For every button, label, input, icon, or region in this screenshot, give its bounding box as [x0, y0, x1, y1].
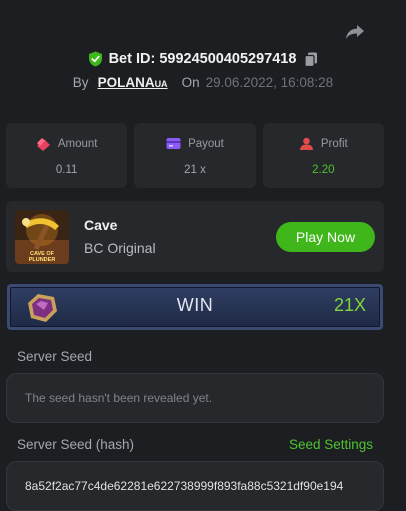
bet-id-row: Bet ID: 59924500405297418 [0, 48, 406, 70]
stat-amount: Amount 0.11 [6, 123, 128, 188]
by-label: By [72, 74, 89, 90]
bet-author-row: By POLANAUA On 29.06.2022, 16:08:28 [0, 72, 406, 92]
seed-settings-link[interactable]: Seed Settings [289, 437, 373, 452]
coins-icon [36, 137, 51, 151]
server-seed-hash-field[interactable]: 8a52f2ac77c4de62281e622738999f893fa88c53… [6, 461, 384, 511]
server-seed-hash-label: Server Seed (hash) [17, 437, 135, 452]
copy-icon[interactable] [304, 52, 318, 67]
stat-amount-value: 0.11 [55, 164, 78, 176]
result-multiplier: 21X [333, 295, 366, 315]
username-suffix: UA [154, 78, 168, 89]
stat-payout-label: Payout [188, 138, 224, 150]
bet-id-text: Bet ID: 59924500405297418 [108, 51, 297, 67]
bet-date: 29.06.2022, 16:08:28 [205, 74, 334, 90]
stat-profit-label: Profit [320, 138, 348, 150]
server-seed-field: The seed hasn't been revealed yet. [6, 373, 384, 423]
game-subtitle: BC Original [84, 240, 156, 256]
username-text: POLANA [97, 74, 155, 90]
game-thumbnail[interactable]: CAVE OF PLUNDER [15, 210, 69, 264]
on-label: On [181, 74, 200, 90]
bet-stats: Amount 0.11 Payout 21 x Profit 2.20 [6, 123, 384, 188]
server-seed-label: Server Seed [17, 349, 93, 364]
share-icon [346, 25, 364, 39]
stat-payout: Payout 21 x [134, 123, 256, 188]
stat-amount-label: Amount [57, 138, 98, 150]
svg-text:PLUNDER: PLUNDER [29, 257, 56, 263]
card-icon [166, 137, 181, 151]
play-now-button[interactable]: Play Now [276, 222, 375, 252]
username-link[interactable]: POLANAUA [98, 75, 168, 90]
stat-profit: Profit 2.20 [262, 123, 384, 188]
stat-profit-value: 2.20 [312, 164, 335, 176]
result-label: WIN [176, 295, 214, 315]
verified-shield-icon [88, 51, 103, 67]
result-banner: WIN 21X [7, 284, 383, 330]
game-name: Cave [84, 217, 118, 233]
game-card: CAVE OF PLUNDER Cave BC Original Play No… [6, 201, 384, 272]
profit-icon [299, 137, 314, 151]
share-button[interactable] [343, 21, 367, 43]
stat-payout-value: 21 x [184, 164, 206, 176]
